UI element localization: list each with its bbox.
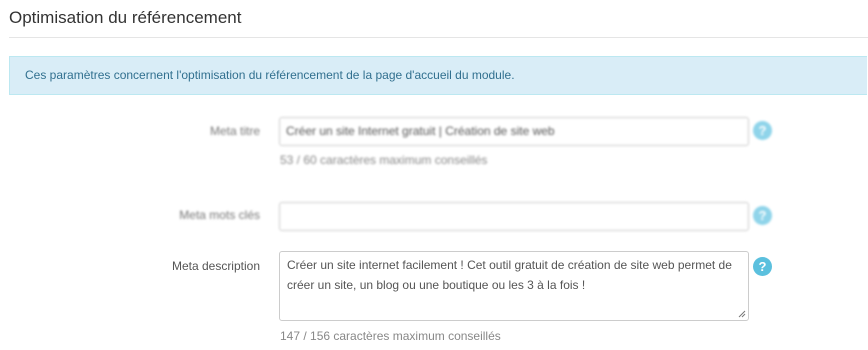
meta-description-text: Créer un site internet facilement ! Cet … bbox=[287, 258, 732, 292]
meta-title-help-icon[interactable]: ? bbox=[753, 121, 772, 140]
info-alert: Ces paramètres concernent l'optimisation… bbox=[9, 56, 867, 95]
meta-description-label: Meta description bbox=[171, 259, 260, 273]
meta-keywords-label: Meta mots clés bbox=[179, 208, 260, 222]
meta-title-input[interactable]: Créer un site Internet gratuit | Créatio… bbox=[279, 117, 749, 146]
meta-keywords-input[interactable] bbox=[279, 202, 749, 231]
resize-handle-icon[interactable] bbox=[738, 310, 746, 318]
meta-keywords-help-icon[interactable]: ? bbox=[753, 206, 772, 225]
meta-title-hint: 53 / 60 caractères maximum conseillés bbox=[280, 153, 488, 167]
meta-title-label: Meta titre bbox=[209, 124, 260, 138]
section-divider bbox=[9, 37, 868, 38]
meta-description-hint: 147 / 156 caractères maximum conseillés bbox=[280, 329, 501, 343]
meta-description-help-icon[interactable]: ? bbox=[753, 257, 772, 276]
section-title: Optimisation du référencement bbox=[9, 8, 242, 27]
meta-description-textarea[interactable]: Créer un site internet facilement ! Cet … bbox=[279, 251, 749, 321]
